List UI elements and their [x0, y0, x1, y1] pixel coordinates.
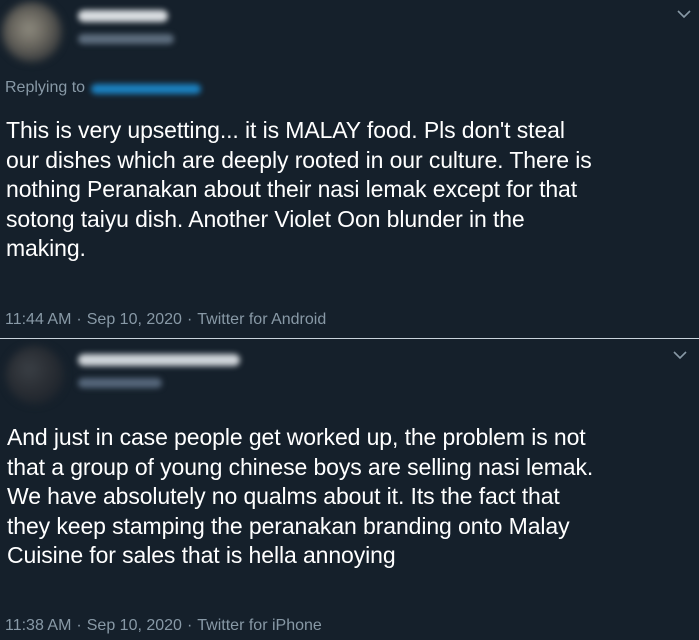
- tweet-source[interactable]: Twitter for iPhone: [197, 617, 322, 634]
- tweet-source[interactable]: Twitter for Android: [197, 311, 326, 328]
- avatar[interactable]: [6, 346, 64, 404]
- meta-separator: ·: [186, 617, 193, 634]
- display-name-redacted[interactable]: [78, 354, 240, 366]
- meta-separator: ·: [76, 617, 82, 634]
- meta-separator: ·: [76, 311, 82, 328]
- avatar[interactable]: [2, 2, 62, 62]
- tweet-date[interactable]: Sep 10, 2020: [87, 617, 182, 634]
- tweet-metadata: 11:38 AM · Sep 10, 2020 · Twitter for iPhone: [5, 617, 322, 635]
- reply-mention-redacted[interactable]: [91, 84, 201, 94]
- tweet-text: And just in case people get worked up, t…: [7, 424, 594, 568]
- user-handle-redacted[interactable]: [78, 34, 174, 44]
- tweet-text: This is very upsetting... it is MALAY fo…: [6, 117, 592, 261]
- display-name-redacted[interactable]: [78, 10, 168, 22]
- tweet-time[interactable]: 11:38 AM: [5, 617, 71, 634]
- replying-to-label: Replying to: [5, 79, 86, 96]
- chevron-down-icon[interactable]: [672, 349, 688, 361]
- tweet-date[interactable]: Sep 10, 2020: [87, 311, 182, 328]
- user-handle-redacted[interactable]: [78, 378, 162, 388]
- tweet-metadata: 11:44 AM · Sep 10, 2020 · Twitter for Androi…: [5, 311, 326, 329]
- tweet-card[interactable]: Replying to This is very upsetting... it…: [0, 0, 699, 338]
- tweet-time[interactable]: 11:44 AM: [5, 311, 71, 328]
- chevron-down-icon[interactable]: [676, 8, 692, 20]
- meta-separator: ·: [186, 311, 193, 328]
